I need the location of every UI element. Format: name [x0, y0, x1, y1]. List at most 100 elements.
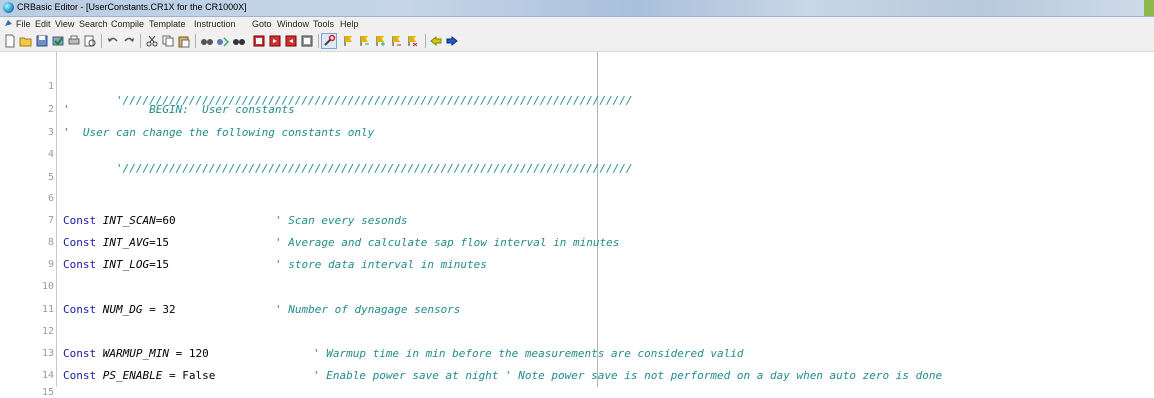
find-next-icon[interactable] — [232, 34, 246, 48]
menu-help[interactable]: Help — [340, 19, 359, 29]
menu-compile[interactable]: Compile — [111, 19, 144, 29]
line-number: 13 — [41, 348, 54, 359]
line-number: 11 — [41, 304, 54, 315]
new-file-icon[interactable] — [3, 34, 17, 48]
instruction-flag-3-icon[interactable] — [374, 34, 388, 48]
compile-icon[interactable] — [51, 34, 65, 48]
code-line-13: Const WARMUP_MIN = 120 ' Warmup time in m… — [63, 347, 743, 361]
line-number: 1 — [47, 81, 54, 92]
menu-tools[interactable]: Tools — [313, 19, 334, 29]
gutter-divider — [56, 52, 57, 387]
print-icon[interactable] — [67, 34, 81, 48]
comment: ' — [63, 126, 70, 139]
navigate-back-icon[interactable] — [429, 34, 443, 48]
identifier: WARMUP_MIN — [102, 347, 169, 360]
comment: ' Warmup time in min before the measurem… — [313, 347, 744, 360]
line-number: 3 — [47, 127, 54, 138]
keyword: Const — [63, 236, 97, 249]
toolbar-separator — [318, 34, 319, 48]
save-icon[interactable] — [35, 34, 49, 48]
bookmark-prev-icon[interactable] — [284, 34, 298, 48]
toolbar-separator — [140, 34, 141, 48]
bookmark-clear-icon[interactable] — [300, 34, 314, 48]
navigate-forward-icon[interactable] — [445, 34, 459, 48]
menu-bar: File Edit View Search Compile Template I… — [0, 17, 1154, 31]
code-editor[interactable]: 1 2 3 4 5 6 7 8 9 10 11 12 13 14 15 '///… — [0, 52, 1154, 398]
keyword: Const — [63, 347, 97, 360]
toolbar-separator — [425, 34, 426, 48]
line-number: 15 — [41, 387, 54, 398]
keyword: Const — [63, 258, 97, 271]
print-preview-icon[interactable] — [83, 34, 97, 48]
paste-icon[interactable] — [177, 34, 191, 48]
code-line-3: ' User can change the following constant… — [63, 126, 374, 140]
line-number: 9 — [47, 259, 54, 270]
bookmark-next-icon[interactable] — [268, 34, 282, 48]
code-line-2: ' BEGIN: User constants — [63, 103, 295, 117]
code-line-7: Const INT_SCAN=60 ' Scan every sesonds — [63, 214, 407, 228]
code-line-9: Const INT_LOG=15 ' store data interval in… — [63, 258, 487, 272]
comment: ' store data interval in minutes — [275, 258, 487, 271]
code-line-8: Const INT_AVG=15 ' Average and calculate … — [63, 236, 619, 250]
menu-instruction[interactable]: Instruction — [194, 19, 236, 29]
code-line-15: Const PS_ENABLE = False ' Enable power sa… — [63, 369, 942, 383]
value: =15 — [149, 258, 169, 271]
bookmark-icon[interactable] — [252, 34, 266, 48]
title-bar[interactable]: CRBasic Editor - [UserConstants.CR1X for… — [0, 0, 1154, 17]
wrench-icon[interactable] — [321, 33, 337, 49]
comment: ' — [63, 103, 70, 116]
identifier: PS_ENABLE — [102, 369, 163, 382]
toolbar-separator — [195, 34, 196, 48]
keyword: Const — [63, 214, 97, 227]
comment: User can change the following constants … — [69, 126, 375, 139]
comment: ' Scan every sesonds — [275, 214, 408, 227]
line-number: 12 — [41, 326, 54, 337]
code-line-4: '///////////////////////////////////////… — [63, 148, 633, 190]
redo-icon[interactable] — [122, 34, 136, 48]
menu-search[interactable]: Search — [79, 19, 108, 29]
identifier: INT_SCAN — [102, 214, 156, 227]
menu-edit[interactable]: Edit — [35, 19, 51, 29]
copy-icon[interactable] — [161, 34, 175, 48]
line-number: 5 — [47, 172, 54, 183]
open-file-icon[interactable] — [19, 34, 33, 48]
instruction-flag-4-icon[interactable] — [390, 34, 404, 48]
line-number: 6 — [47, 193, 54, 204]
line-number: 7 — [47, 215, 54, 226]
line-number-gutter: 1 2 3 4 5 6 7 8 9 10 11 12 13 14 15 — [0, 52, 56, 398]
menu-file[interactable]: File — [16, 19, 31, 29]
comment: '///////////////////////////////////////… — [115, 162, 633, 175]
window-title: CRBasic Editor - [UserConstants.CR1X for… — [17, 2, 247, 12]
cut-icon[interactable] — [145, 34, 159, 48]
keyword: Const — [63, 303, 97, 316]
instruction-flag-5-icon[interactable] — [406, 34, 420, 48]
line-number: 2 — [47, 104, 54, 115]
keyword: Const — [63, 369, 97, 382]
line-number: 14 — [41, 370, 54, 381]
instruction-flag-2-icon[interactable] — [358, 34, 372, 48]
menu-window[interactable]: Window — [277, 19, 309, 29]
comment: ' Enable power save at night ' Note powe… — [313, 369, 943, 382]
identifier: NUM_DG — [102, 303, 143, 316]
instruction-flag-1-icon[interactable] — [342, 34, 356, 48]
line-number: 4 — [47, 149, 54, 160]
menu-goto[interactable]: Goto — [252, 19, 272, 29]
toolbar — [0, 31, 1154, 52]
undo-icon[interactable] — [106, 34, 120, 48]
identifier: INT_LOG — [102, 258, 150, 271]
menu-view[interactable]: View — [55, 19, 74, 29]
app-icon — [3, 2, 14, 13]
identifier: INT_AVG — [102, 236, 150, 249]
toolbar-separator — [101, 34, 102, 48]
title-accent — [1144, 0, 1154, 16]
value: =60 — [155, 214, 176, 227]
replace-icon[interactable] — [216, 34, 230, 48]
find-icon[interactable] — [200, 34, 214, 48]
line-number: 10 — [41, 281, 54, 292]
comment: BEGIN: User constants — [69, 103, 295, 116]
value: = False — [162, 369, 216, 382]
line-number: 8 — [47, 237, 54, 248]
document-menu-icon[interactable] — [4, 19, 13, 28]
comment: ' Number of dynagage sensors — [275, 303, 461, 316]
menu-template[interactable]: Template — [149, 19, 186, 29]
